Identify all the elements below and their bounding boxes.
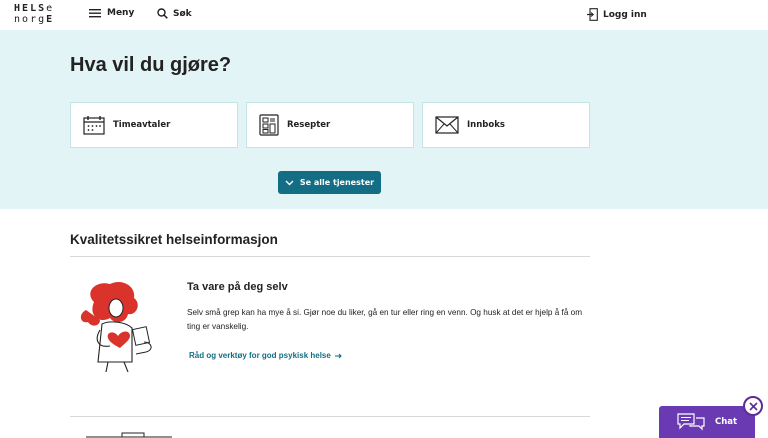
card-label: Resepter: [287, 120, 331, 130]
card-label: Timeavtaler: [113, 120, 171, 130]
calendar-icon: [83, 116, 105, 135]
hamburger-icon: [89, 9, 101, 18]
search-button[interactable]: Søk: [157, 8, 192, 19]
card-innboks[interactable]: Innboks: [422, 102, 590, 148]
chevron-down-icon: [285, 180, 294, 185]
chat-button[interactable]: Chat: [659, 406, 755, 438]
article-title: Ta vare på deg selv: [187, 281, 288, 293]
see-all-label: Se alle tjenester: [299, 178, 375, 187]
site-header: H E L S e n o r g E Meny Søk Logg inn: [0, 0, 768, 30]
card-label: Innboks: [467, 120, 505, 130]
login-button[interactable]: Logg inn: [587, 8, 647, 21]
card-resepter[interactable]: Resepter: [246, 102, 414, 148]
menu-label: Meny: [107, 8, 135, 18]
self-care-illustration: [80, 281, 152, 372]
login-icon: [587, 8, 598, 21]
section-title: Kvalitetssikret helseinformasjon: [70, 232, 278, 247]
logo-bottom-row: n o r g E: [14, 14, 55, 25]
chat-close-button[interactable]: [743, 396, 763, 416]
chat-label: Chat: [714, 417, 738, 427]
search-label: Søk: [173, 8, 192, 19]
login-label: Logg inn: [603, 9, 647, 20]
menu-button[interactable]: Meny: [89, 8, 134, 18]
hero-title: Hva vil du gjøre?: [70, 54, 232, 76]
article-link[interactable]: Råd og verktøy for god psykisk helse: [189, 351, 342, 360]
logo-top-row: H E L S e: [14, 3, 55, 14]
card-timeavtaler[interactable]: Timeavtaler: [70, 102, 238, 148]
chat-bubbles-icon: [677, 413, 705, 431]
next-article-illustration: [86, 432, 172, 438]
hero-section: Hva vil du gjøre? Timeavtaler Resepter I…: [0, 30, 768, 209]
divider: [70, 416, 590, 417]
search-icon: [157, 8, 168, 19]
close-icon: [748, 401, 758, 411]
see-all-services-button[interactable]: Se alle tjenester: [278, 171, 381, 194]
envelope-icon: [435, 116, 459, 134]
arrow-right-icon: [334, 353, 342, 358]
prescription-icon: [259, 114, 279, 136]
divider: [70, 256, 590, 257]
article-text: Selv små grep kan ha mye å si. Gjør noe …: [187, 308, 583, 331]
helsenorge-logo[interactable]: H E L S e n o r g E: [14, 3, 70, 28]
article-link-label: Råd og verktøy for god psykisk helse: [189, 351, 331, 360]
